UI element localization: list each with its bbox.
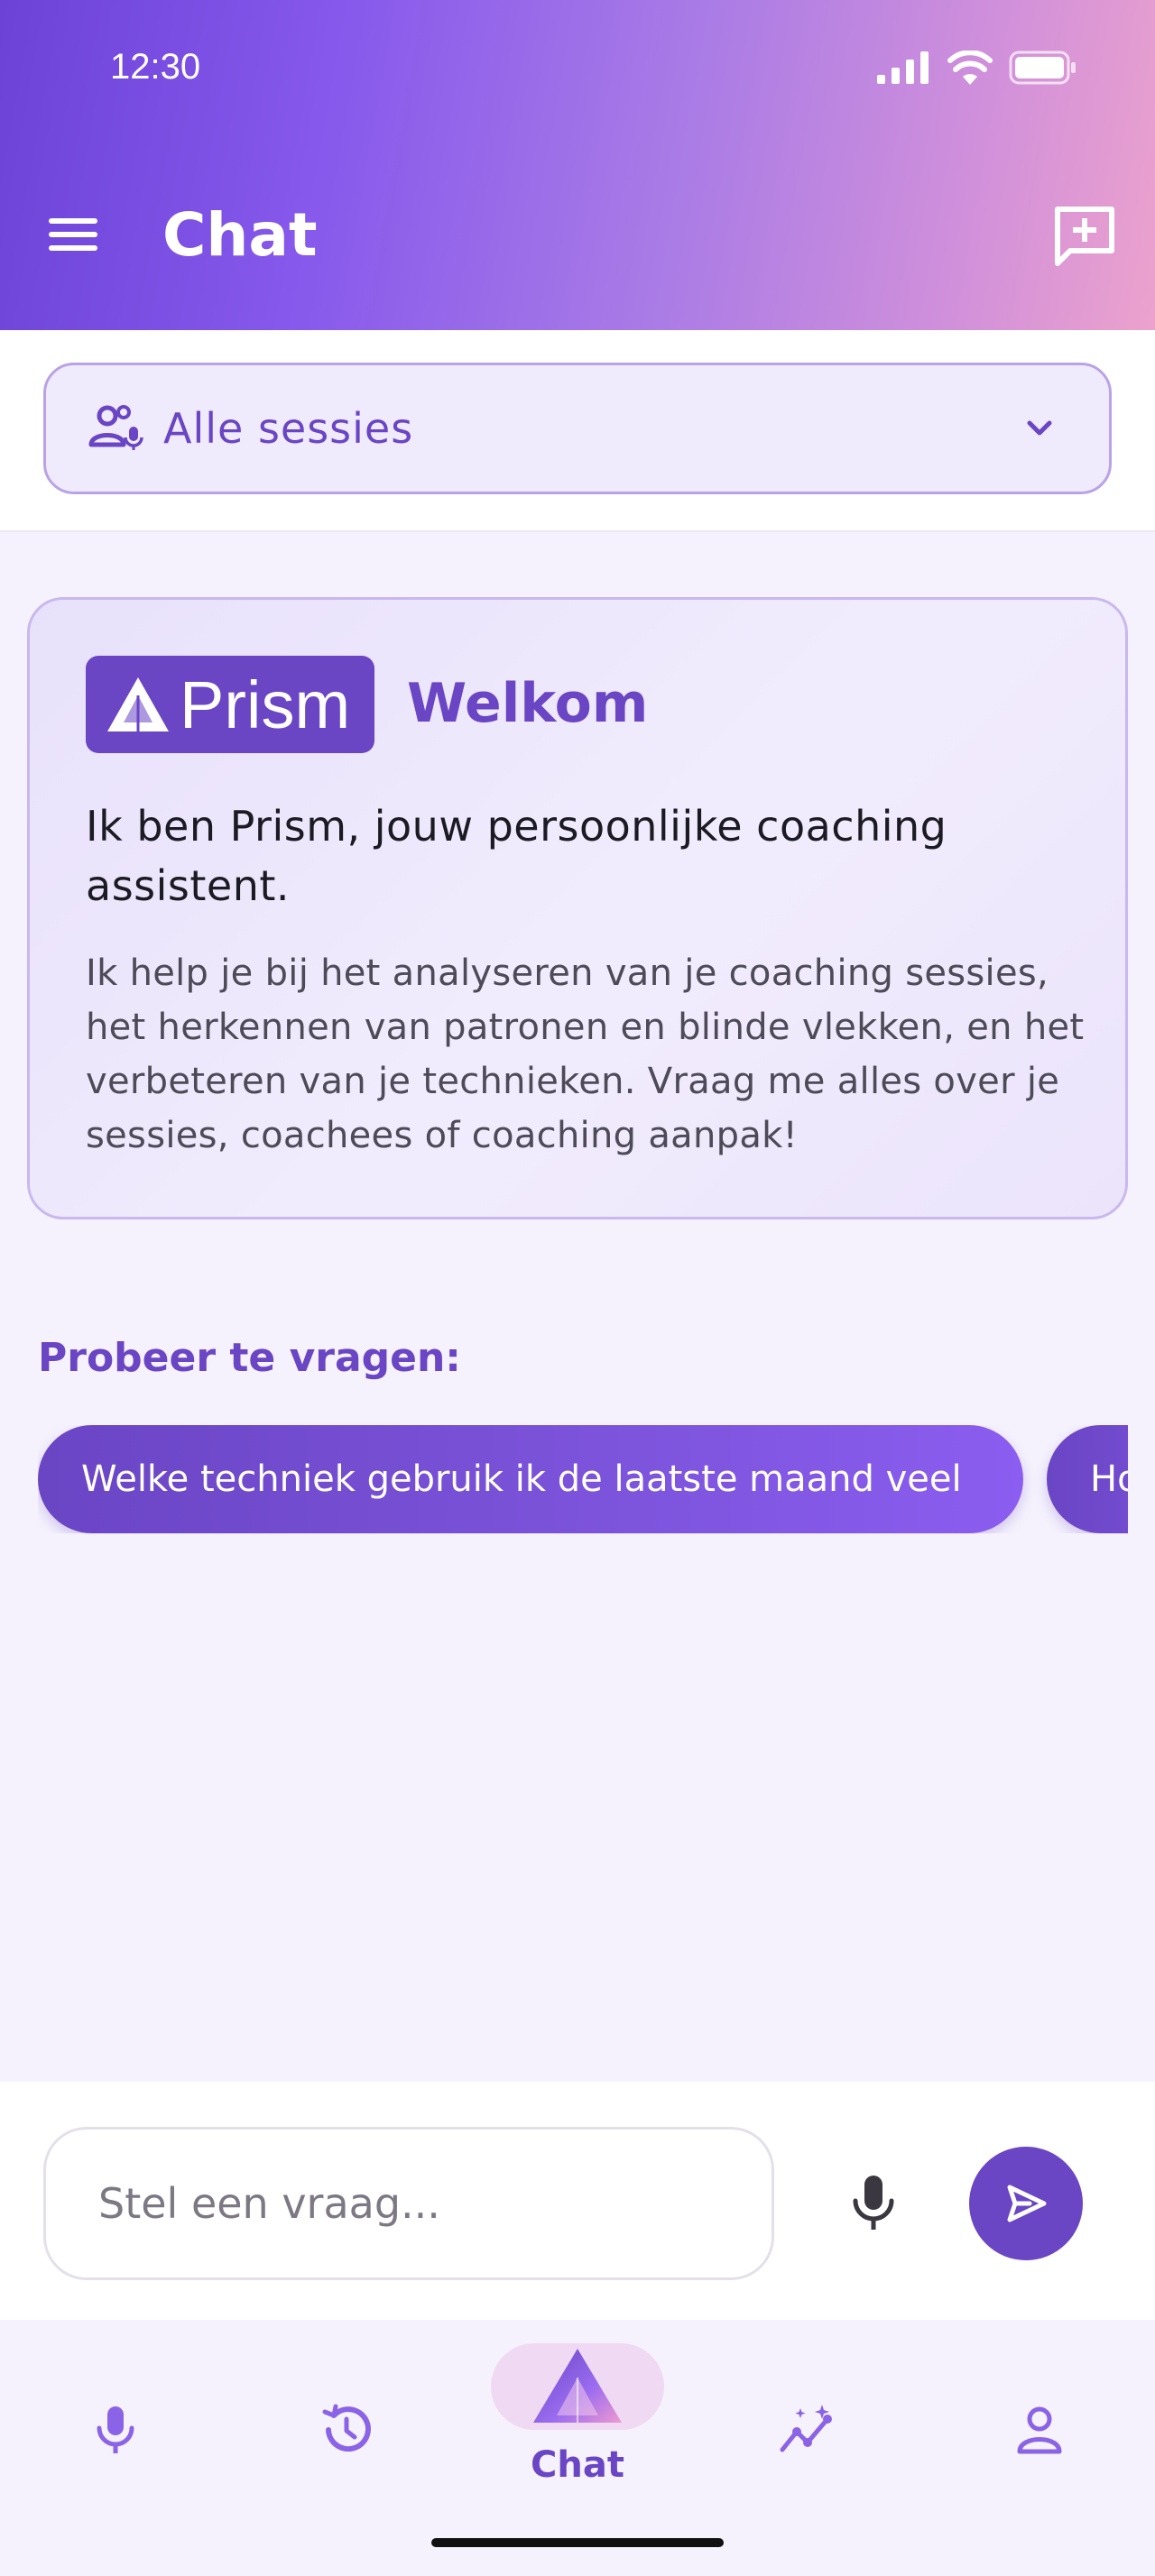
message-input-container[interactable]: [43, 2127, 774, 2280]
menu-icon: [49, 218, 97, 251]
voice-input-button[interactable]: [839, 2168, 908, 2237]
nav-insights[interactable]: [763, 2385, 854, 2475]
suggestion-chips: Welke techniek gebruik ik de laatste maa…: [38, 1425, 1128, 1533]
people-mic-icon: [88, 400, 145, 457]
send-button[interactable]: [969, 2147, 1083, 2260]
signal-icon: [877, 51, 931, 84]
session-filter-dropdown[interactable]: Alle sessies: [43, 363, 1112, 494]
suggestion-chip[interactable]: Welke techniek gebruik ik de laatste maa…: [38, 1425, 1023, 1533]
composer: [0, 2082, 1155, 2320]
status-icons: [877, 51, 1077, 85]
microphone-icon: [97, 2406, 134, 2453]
send-icon: [1007, 2185, 1047, 2222]
welcome-body: Ik help je bij het analyseren van je coa…: [86, 952, 1085, 1156]
nav-profile[interactable]: [994, 2385, 1085, 2475]
nav-chat-label: Chat: [531, 2444, 624, 2486]
menu-button[interactable]: [42, 206, 105, 263]
microphone-icon: [853, 2176, 894, 2230]
welcome-heading: Welkom: [407, 672, 649, 735]
profile-icon: [1017, 2406, 1062, 2454]
history-icon: [322, 2404, 371, 2452]
nav-record[interactable]: [70, 2385, 161, 2475]
new-chat-button[interactable]: [1049, 200, 1121, 272]
prism-logo-icon: [533, 2349, 622, 2423]
suggestions-title: Probeer te vragen:: [38, 1335, 461, 1381]
page-title: Chat: [162, 200, 318, 270]
new-chat-icon: [1055, 207, 1114, 266]
status-time: 12:30: [110, 47, 201, 87]
welcome-card: Prism Welkom Ik ben Prism, jouw persoonl…: [27, 597, 1128, 1219]
welcome-intro: Ik ben Prism, jouw persoonlijke coaching…: [86, 802, 947, 910]
nav-chat[interactable]: [491, 2343, 664, 2430]
prism-triangle-icon: [107, 677, 169, 731]
message-input[interactable]: [98, 2179, 730, 2228]
battery-icon: [1009, 51, 1077, 85]
app-header: 12:30 Chat: [0, 0, 1155, 330]
filter-area: Alle sessies: [0, 330, 1155, 532]
insights-icon: [780, 2405, 832, 2452]
prism-logo: Prism: [86, 656, 374, 753]
nav-history[interactable]: [301, 2385, 392, 2475]
bottom-nav: Chat: [0, 2320, 1155, 2576]
chevron-down-icon: [1017, 405, 1062, 450]
session-filter-label: Alle sessies: [163, 404, 414, 453]
home-indicator: [431, 2538, 724, 2547]
wifi-icon: [947, 51, 993, 85]
suggestion-chip[interactable]: Ho: [1047, 1425, 1128, 1533]
brand-name: Prism: [180, 667, 351, 742]
